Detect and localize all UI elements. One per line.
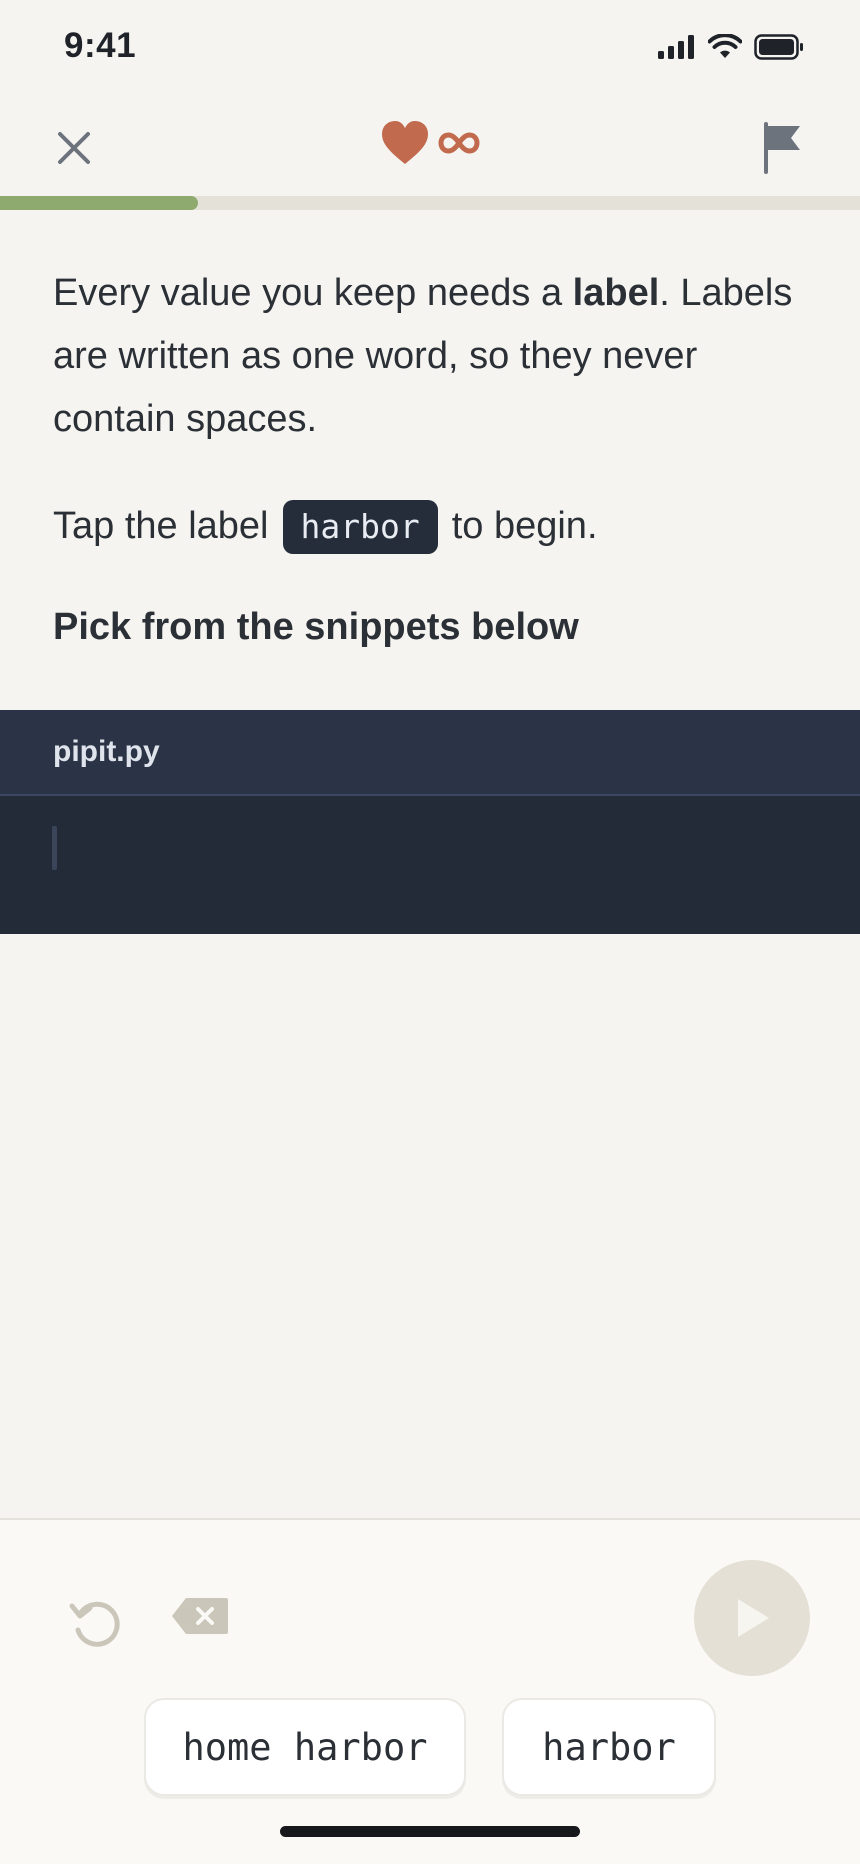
infinity-icon	[438, 132, 480, 154]
signal-icon	[658, 35, 694, 59]
status-time: 9:41	[64, 26, 137, 65]
lesson-progress-bar	[0, 196, 860, 210]
snippet-options: home harbor harbor	[0, 1698, 860, 1796]
snippet-option[interactable]: home harbor	[144, 1698, 466, 1796]
pick-heading: Pick from the snippets below	[53, 606, 579, 648]
code-chip-harbor: harbor	[282, 499, 438, 554]
home-indicator	[280, 1826, 580, 1837]
backspace-icon	[172, 1598, 228, 1634]
heart-icon	[382, 121, 428, 164]
battery-icon	[754, 34, 803, 60]
flag-icon	[764, 122, 800, 174]
tap-instruction-end: to begin.	[451, 505, 598, 547]
status-bar: 9:41	[0, 0, 860, 96]
editor-filename: pipit.py	[53, 735, 160, 768]
report-flag-button[interactable]	[758, 120, 808, 174]
lesson-intro: Every value you keep needs a label. Labe…	[53, 262, 813, 451]
lesson-top-bar	[0, 96, 860, 196]
undo-icon	[69, 1601, 120, 1647]
intro-text-start: Every value you keep needs a	[53, 272, 573, 314]
lives-indicator	[380, 120, 480, 166]
wifi-icon	[708, 34, 742, 58]
tap-instruction: Tap the label harbor to begin.	[53, 495, 813, 558]
answer-panel: home harbor harbor	[0, 1518, 860, 1864]
play-icon	[738, 1599, 769, 1637]
run-button[interactable]	[694, 1560, 810, 1676]
tap-instruction-start: Tap the label	[53, 505, 269, 547]
snippet-option[interactable]: harbor	[502, 1698, 716, 1796]
close-icon	[58, 132, 90, 164]
intro-keyword: label	[572, 272, 660, 314]
delete-snippet-button[interactable]	[170, 1596, 230, 1644]
status-icons	[658, 34, 804, 60]
lesson-content: Every value you keep needs a label. Labe…	[53, 262, 813, 652]
code-editor[interactable]: pipit.py	[0, 710, 860, 934]
lesson-progress-fill	[0, 196, 198, 210]
editor-tab: pipit.py	[0, 710, 860, 796]
close-button[interactable]	[48, 122, 100, 174]
editor-body[interactable]	[0, 796, 860, 932]
text-cursor	[52, 826, 57, 870]
undo-button[interactable]	[68, 1596, 124, 1652]
